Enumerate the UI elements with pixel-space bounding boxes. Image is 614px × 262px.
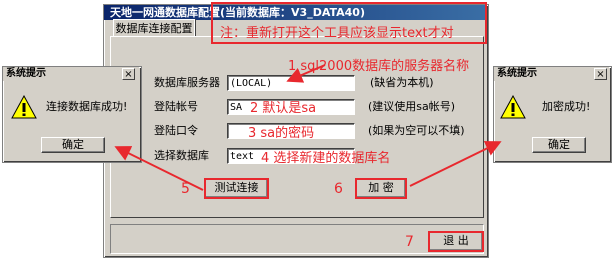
arrow-to-server (286, 64, 326, 83)
arrow-to-right-dialog (409, 141, 502, 187)
arrow-to-left-dialog (114, 146, 204, 191)
annotation-arrows (114, 64, 502, 191)
